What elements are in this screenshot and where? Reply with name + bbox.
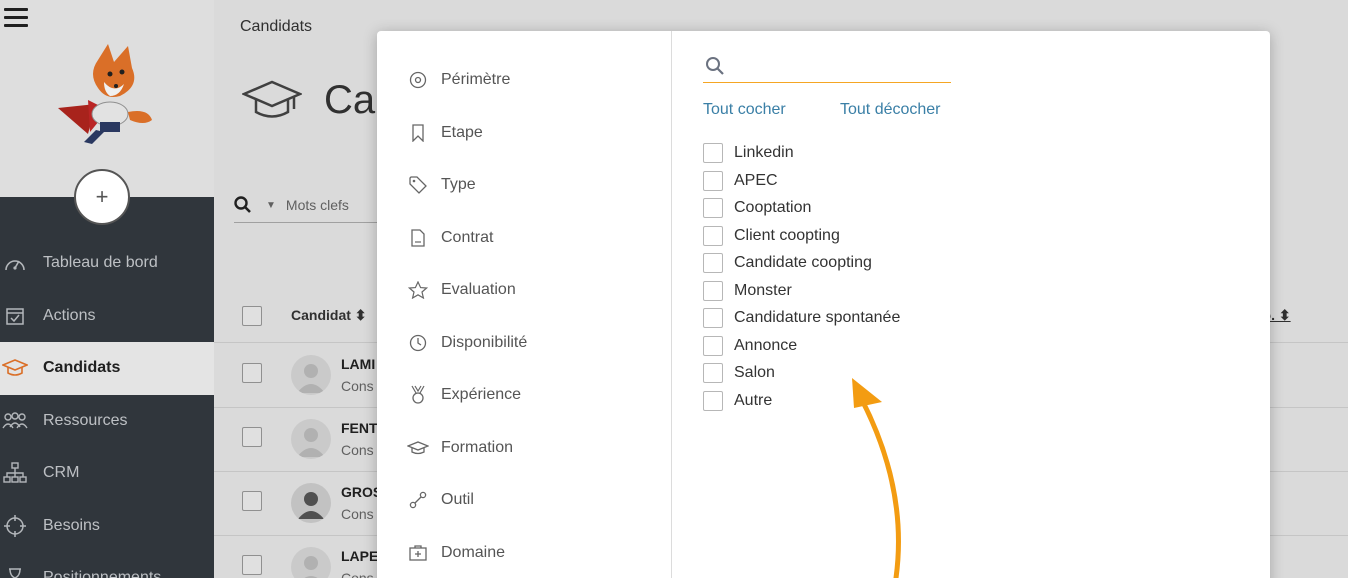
checkbox[interactable] [703, 253, 723, 273]
filter-label: Type [441, 176, 476, 193]
option-label: Monster [734, 282, 792, 299]
options-search-input[interactable] [731, 53, 946, 79]
filter-label: Expérience [441, 386, 522, 403]
option-apec[interactable]: APEC [703, 171, 778, 191]
target-circle-icon [407, 69, 429, 91]
option-label: APEC [734, 172, 778, 189]
checkbox[interactable] [703, 391, 723, 411]
option-linkedin[interactable]: Linkedin [703, 143, 794, 163]
filter-etape[interactable]: Etape [407, 122, 483, 144]
checkbox[interactable] [703, 143, 723, 163]
filter-type[interactable]: Type [407, 174, 476, 196]
filter-category-list: Périmètre Etape Type Contrat Evaluation … [377, 31, 672, 578]
search-icon [706, 57, 724, 75]
filter-perimetre[interactable]: Périmètre [407, 69, 510, 91]
filter-experience[interactable]: Expérience [407, 384, 521, 406]
filter-domaine[interactable]: Domaine [407, 542, 505, 564]
option-label: Autre [734, 392, 773, 409]
filter-label: Disponibilité [441, 334, 528, 351]
option-candidature-spontanee[interactable]: Candidature spontanée [703, 308, 900, 328]
option-salon[interactable]: Salon [703, 363, 775, 383]
filter-disponibilite[interactable]: Disponibilité [407, 332, 527, 354]
filter-evaluation[interactable]: Evaluation [407, 279, 516, 301]
option-label: Annonce [734, 337, 798, 354]
option-monster[interactable]: Monster [703, 281, 792, 301]
option-label: Linkedin [734, 144, 794, 161]
filter-label: Contrat [441, 229, 494, 246]
option-label: Cooptation [734, 199, 812, 216]
document-icon [407, 227, 429, 249]
checkbox[interactable] [703, 198, 723, 218]
tag-icon [407, 174, 429, 196]
checkbox[interactable] [703, 171, 723, 191]
checkbox[interactable] [703, 281, 723, 301]
option-annonce[interactable]: Annonce [703, 336, 797, 356]
filter-formation[interactable]: Formation [407, 437, 513, 459]
filter-label: Périmètre [441, 71, 511, 88]
option-client-coopting[interactable]: Client coopting [703, 226, 840, 246]
uncheck-all-link[interactable]: Tout décocher [840, 101, 941, 119]
filter-modal: Périmètre Etape Type Contrat Evaluation … [377, 31, 1270, 578]
clock-icon [407, 332, 429, 354]
check-all-link[interactable]: Tout cocher [703, 101, 786, 119]
option-label: Client coopting [734, 227, 840, 244]
option-candidate-coopting[interactable]: Candidate coopting [703, 253, 872, 273]
checkbox[interactable] [703, 336, 723, 356]
options-search[interactable] [703, 51, 951, 83]
option-autre[interactable]: Autre [703, 391, 772, 411]
medical-case-icon [407, 542, 429, 564]
graduation-cap-icon [407, 437, 429, 459]
filter-label: Etape [441, 124, 483, 141]
filter-outil[interactable]: Outil [407, 489, 474, 511]
checkbox[interactable] [703, 226, 723, 246]
link-tool-icon [407, 489, 429, 511]
filter-options-panel: Tout cocher Tout décocher Linkedin APEC … [673, 31, 1270, 578]
filter-label: Formation [441, 439, 514, 456]
bookmark-icon [407, 122, 429, 144]
filter-label: Domaine [441, 544, 506, 561]
star-icon [407, 279, 429, 301]
filter-label: Outil [441, 491, 474, 508]
filter-contrat[interactable]: Contrat [407, 227, 493, 249]
option-label: Candidature spontanée [734, 309, 901, 326]
checkbox[interactable] [703, 308, 723, 328]
filter-label: Evaluation [441, 281, 516, 298]
option-label: Salon [734, 364, 775, 381]
checkbox[interactable] [703, 363, 723, 383]
medal-icon [407, 384, 429, 406]
option-cooptation[interactable]: Cooptation [703, 198, 811, 218]
option-label: Candidate coopting [734, 254, 872, 271]
add-button[interactable]: + [74, 169, 130, 225]
